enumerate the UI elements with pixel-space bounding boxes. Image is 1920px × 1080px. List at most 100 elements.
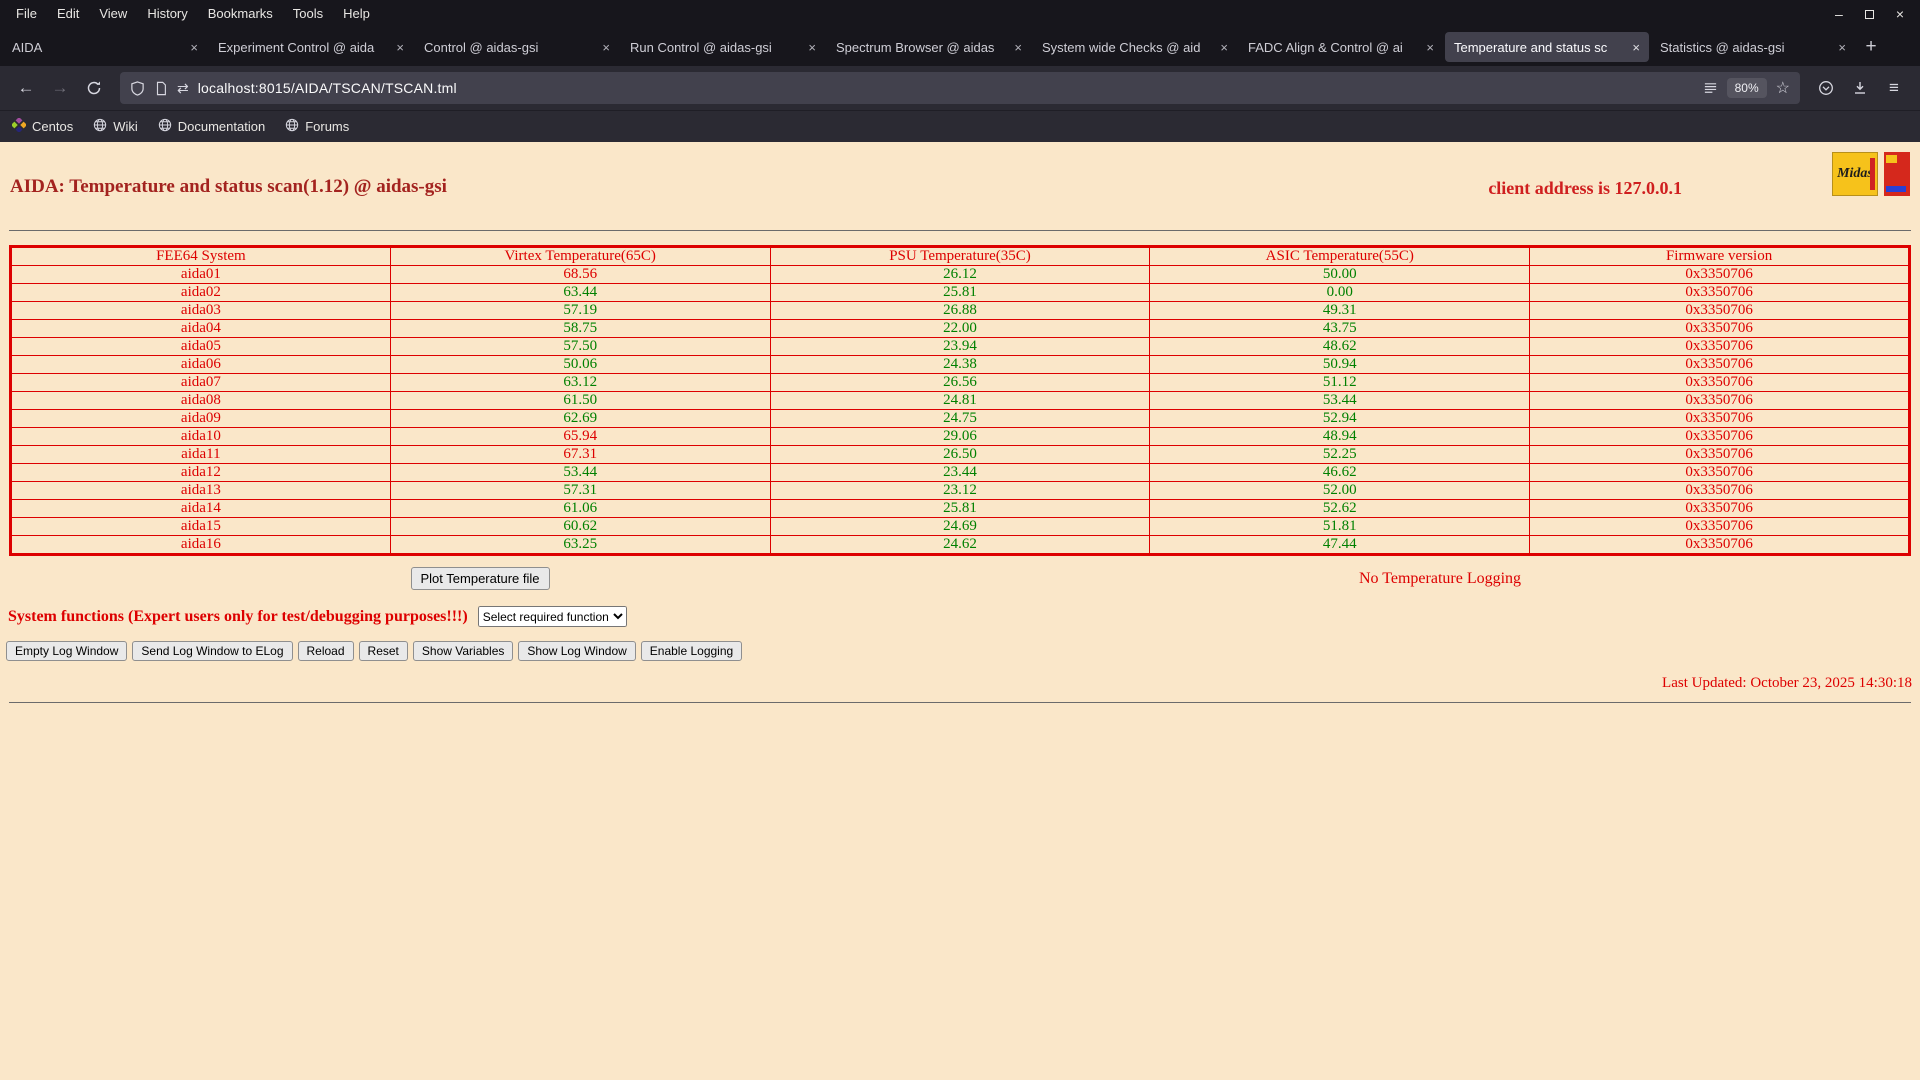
fee64-name-cell: aida12: [11, 464, 391, 482]
send-log-window-to-elog-button[interactable]: Send Log Window to ELog: [132, 641, 292, 661]
browser-tab[interactable]: AIDA×: [3, 32, 207, 62]
plot-button-cell: Plot Temperature file: [0, 567, 960, 590]
firmware-cell: 0x3350706: [1530, 410, 1910, 428]
virtex-temp-cell: 63.44: [390, 284, 770, 302]
asic-temp-cell: 46.62: [1150, 464, 1530, 482]
asic-temp-cell: 52.25: [1150, 446, 1530, 464]
asic-temp-cell: 51.81: [1150, 518, 1530, 536]
firmware-cell: 0x3350706: [1530, 338, 1910, 356]
column-header: Virtex Temperature(65C): [390, 247, 770, 266]
url-bar[interactable]: ⇄ localhost:8015/AIDA/TSCAN/TSCAN.tml 80…: [120, 72, 1800, 104]
tab-close-icon[interactable]: ×: [396, 40, 404, 55]
psu-temp-cell: 23.12: [770, 482, 1150, 500]
bookmark-documentation[interactable]: Documentation: [158, 118, 265, 135]
logging-status-cell: No Temperature Logging: [960, 570, 1920, 588]
plot-temperature-button[interactable]: Plot Temperature file: [411, 567, 550, 590]
system-functions-label: System functions (Expert users only for …: [8, 608, 468, 626]
table-row: aida1065.9429.0648.940x3350706: [11, 428, 1910, 446]
bookmark-star-icon[interactable]: ☆: [1776, 78, 1790, 98]
bookmark-centos[interactable]: Centos: [12, 118, 73, 135]
zoom-level[interactable]: 80%: [1727, 78, 1767, 98]
menu-history[interactable]: History: [137, 0, 197, 28]
menu-bookmarks[interactable]: Bookmarks: [198, 0, 283, 28]
tab-close-icon[interactable]: ×: [1014, 40, 1022, 55]
show-log-window-button[interactable]: Show Log Window: [518, 641, 635, 661]
bookmark-label: Centos: [32, 119, 73, 134]
reader-mode-icon[interactable]: [1703, 81, 1718, 96]
browser-tab[interactable]: System wide Checks @ aid×: [1033, 32, 1237, 62]
fee64-name-cell: aida16: [11, 536, 391, 555]
window-close-button[interactable]: ×: [1896, 7, 1904, 21]
url-text[interactable]: localhost:8015/AIDA/TSCAN/TSCAN.tml: [198, 80, 1694, 96]
reset-button[interactable]: Reset: [359, 641, 408, 661]
fee64-name-cell: aida06: [11, 356, 391, 374]
table-row: aida0357.1926.8849.310x3350706: [11, 302, 1910, 320]
centos-icon: [12, 118, 26, 135]
tab-close-icon[interactable]: ×: [808, 40, 816, 55]
page-header: AIDA: Temperature and status scan(1.12) …: [0, 142, 1920, 230]
psu-temp-cell: 23.44: [770, 464, 1150, 482]
window-maximize-button[interactable]: [1865, 10, 1874, 19]
browser-tab[interactable]: Run Control @ aidas-gsi×: [621, 32, 825, 62]
firmware-cell: 0x3350706: [1530, 428, 1910, 446]
browser-tab[interactable]: Statistics @ aidas-gsi×: [1651, 32, 1855, 62]
tab-close-icon[interactable]: ×: [1632, 40, 1640, 55]
globe-icon: [93, 118, 107, 135]
menu-tools[interactable]: Tools: [283, 0, 333, 28]
fee64-name-cell: aida15: [11, 518, 391, 536]
app-menu-icon[interactable]: ≡: [1878, 72, 1910, 104]
menu-help[interactable]: Help: [333, 0, 380, 28]
menu-edit[interactable]: Edit: [47, 0, 89, 28]
fee64-name-cell: aida03: [11, 302, 391, 320]
tab-close-icon[interactable]: ×: [602, 40, 610, 55]
browser-tab[interactable]: Experiment Control @ aida×: [209, 32, 413, 62]
fee64-name-cell: aida14: [11, 500, 391, 518]
psu-temp-cell: 22.00: [770, 320, 1150, 338]
shield-icon[interactable]: [130, 81, 145, 96]
virtex-temp-cell: 62.69: [390, 410, 770, 428]
new-tab-button[interactable]: +: [1856, 32, 1886, 62]
bookmark-label: Forums: [305, 119, 349, 134]
forward-icon[interactable]: →: [44, 72, 76, 104]
action-buttons-row: Empty Log WindowSend Log Window to ELog R…: [6, 641, 1920, 661]
fee64-name-cell: aida08: [11, 392, 391, 410]
reload-icon[interactable]: [78, 72, 110, 104]
reload-button[interactable]: Reload: [298, 641, 354, 661]
bookmark-wiki[interactable]: Wiki: [93, 118, 138, 135]
globe-icon: [285, 118, 299, 135]
firmware-cell: 0x3350706: [1530, 392, 1910, 410]
tab-close-icon[interactable]: ×: [1220, 40, 1228, 55]
virtex-temp-cell: 58.75: [390, 320, 770, 338]
function-select[interactable]: Select required function: [478, 606, 627, 627]
menu-view[interactable]: View: [89, 0, 137, 28]
table-row: aida0557.5023.9448.620x3350706: [11, 338, 1910, 356]
tab-close-icon[interactable]: ×: [1426, 40, 1434, 55]
browser-tab[interactable]: Control @ aidas-gsi×: [415, 32, 619, 62]
back-icon[interactable]: ←: [10, 72, 42, 104]
window-minimize-button[interactable]: –: [1835, 7, 1843, 21]
enable-logging-button[interactable]: Enable Logging: [641, 641, 742, 661]
psu-temp-cell: 23.94: [770, 338, 1150, 356]
page-icon[interactable]: [154, 81, 168, 96]
empty-log-window-button[interactable]: Empty Log Window: [6, 641, 127, 661]
pocket-icon[interactable]: [1810, 72, 1842, 104]
virtex-temp-cell: 57.50: [390, 338, 770, 356]
firmware-cell: 0x3350706: [1530, 302, 1910, 320]
browser-tab[interactable]: Temperature and status sc×: [1445, 32, 1649, 62]
psu-temp-cell: 24.38: [770, 356, 1150, 374]
tab-close-icon[interactable]: ×: [190, 40, 198, 55]
show-variables-button[interactable]: Show Variables: [413, 641, 514, 661]
bookmark-forums[interactable]: Forums: [285, 118, 349, 135]
browser-tab[interactable]: FADC Align & Control @ ai×: [1239, 32, 1443, 62]
psu-temp-cell: 25.81: [770, 284, 1150, 302]
asic-temp-cell: 43.75: [1150, 320, 1530, 338]
tab-close-icon[interactable]: ×: [1838, 40, 1846, 55]
asic-temp-cell: 47.44: [1150, 536, 1530, 555]
footer-divider: [9, 702, 1911, 703]
page-title: AIDA: Temperature and status scan(1.12) …: [10, 176, 447, 198]
download-icon[interactable]: [1844, 72, 1876, 104]
asic-temp-cell: 50.94: [1150, 356, 1530, 374]
browser-tab[interactable]: Spectrum Browser @ aidas×: [827, 32, 1031, 62]
column-header: FEE64 System: [11, 247, 391, 266]
menu-file[interactable]: File: [6, 0, 47, 28]
